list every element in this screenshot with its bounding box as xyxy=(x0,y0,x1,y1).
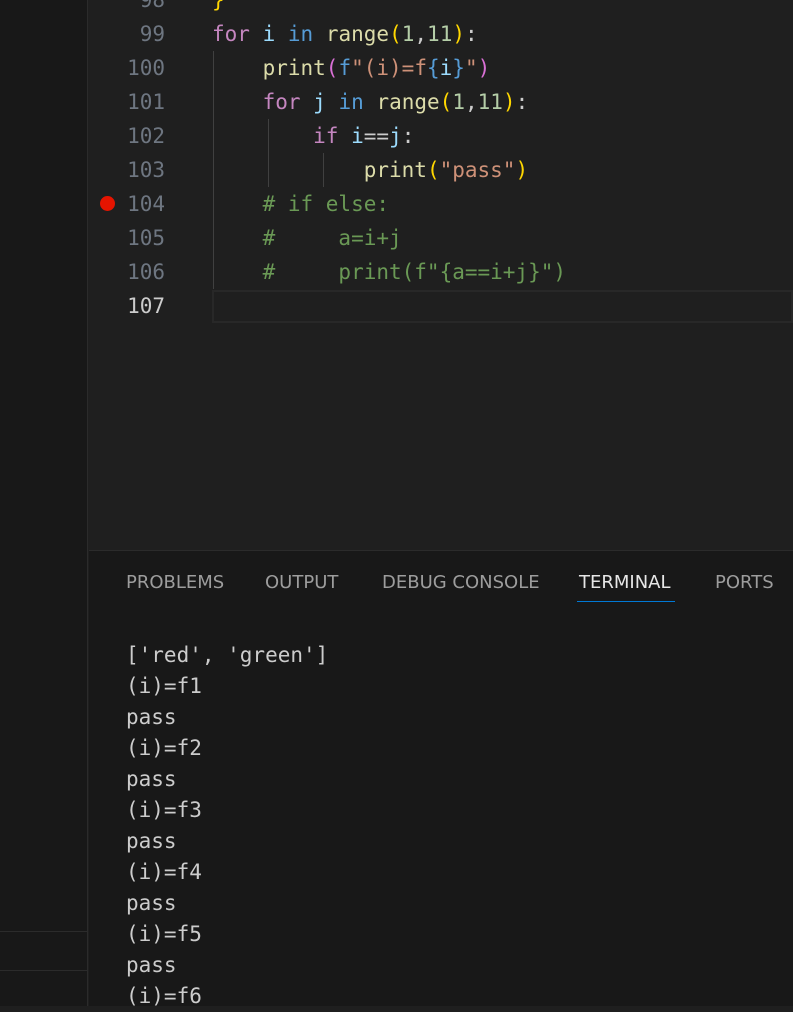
code-text: # a=i+j xyxy=(212,226,402,250)
indent-guide xyxy=(213,51,214,289)
line-number: 100 xyxy=(127,56,165,80)
code-line: 98 } xyxy=(89,0,793,17)
terminal-line: (i)=f3 xyxy=(126,798,202,822)
code-line: 105 # a=i+j xyxy=(89,221,793,255)
line-number: 103 xyxy=(127,158,165,182)
line-number: 98 xyxy=(139,0,165,12)
sidebar-divider xyxy=(0,970,88,971)
tab-output[interactable]: OUTPUT xyxy=(265,570,338,596)
active-tab-indicator xyxy=(577,601,675,602)
terminal-line: ['red', 'green'] xyxy=(126,643,329,667)
terminal-line: (i)=f4 xyxy=(126,860,202,884)
breakpoint-icon[interactable] xyxy=(100,196,115,211)
code-text: for i in range(1,11): xyxy=(212,22,478,46)
terminal-line: (i)=f6 xyxy=(126,984,202,1008)
line-number: 101 xyxy=(127,90,165,114)
code-line: 99 for i in range(1,11): xyxy=(89,17,793,51)
activity-bar xyxy=(0,0,88,1006)
terminal-line: pass xyxy=(126,891,177,915)
line-number: 104 xyxy=(127,192,165,216)
tab-debug-console[interactable]: DEBUG CONSOLE xyxy=(382,570,540,596)
tab-terminal[interactable]: TERMINAL xyxy=(579,570,671,596)
terminal-line: pass xyxy=(126,953,177,977)
tab-problems[interactable]: PROBLEMS xyxy=(126,570,224,596)
terminal-line: pass xyxy=(126,767,177,791)
line-number: 105 xyxy=(127,226,165,250)
code-text: # if else: xyxy=(212,192,390,216)
code-text: print("pass") xyxy=(363,158,529,182)
terminal-line: pass xyxy=(126,829,177,853)
terminal-line: (i)=f2 xyxy=(126,736,202,760)
terminal-line: (i)=f1 xyxy=(126,674,202,698)
indent-guide xyxy=(268,119,269,187)
line-number: 106 xyxy=(127,260,165,284)
code-text: # print(f"{a==i+j}") xyxy=(212,260,567,284)
code-line: 104 # if else: xyxy=(89,187,793,221)
code-text: } xyxy=(212,0,225,12)
line-number: 102 xyxy=(127,124,165,148)
code-line: 106 # print(f"{a==i+j}") xyxy=(89,255,793,289)
line-number: 99 xyxy=(139,22,165,46)
bottom-panel: PROBLEMS OUTPUT DEBUG CONSOLE TERMINAL P… xyxy=(89,550,793,1008)
terminal-output[interactable]: ['red', 'green'] (i)=f1 pass (i)=f2 pass (i)=… xyxy=(126,640,786,1012)
terminal-line: (i)=f5 xyxy=(126,922,202,946)
code-line: 101 for j in range(1,11): xyxy=(89,85,793,119)
indent-guide xyxy=(323,153,324,187)
code-line: 100 print(f"(i)=f{i}") xyxy=(89,51,793,85)
code-text: print(f"(i)=f{i}") xyxy=(262,56,491,80)
code-line: 102 if i==j: xyxy=(89,119,793,153)
code-text: if i==j: xyxy=(313,124,415,148)
code-text: for j in range(1,11): xyxy=(262,90,529,114)
line-number: 107 xyxy=(127,294,165,318)
code-line: 103 print("pass") xyxy=(89,153,793,187)
code-line: 107 xyxy=(89,289,793,323)
sidebar-divider xyxy=(0,931,88,932)
code-editor[interactable]: 98 } 99 for i in range(1,11): 100 print(… xyxy=(89,0,793,550)
tab-ports[interactable]: PORTS xyxy=(715,570,774,596)
terminal-line: pass xyxy=(126,705,177,729)
